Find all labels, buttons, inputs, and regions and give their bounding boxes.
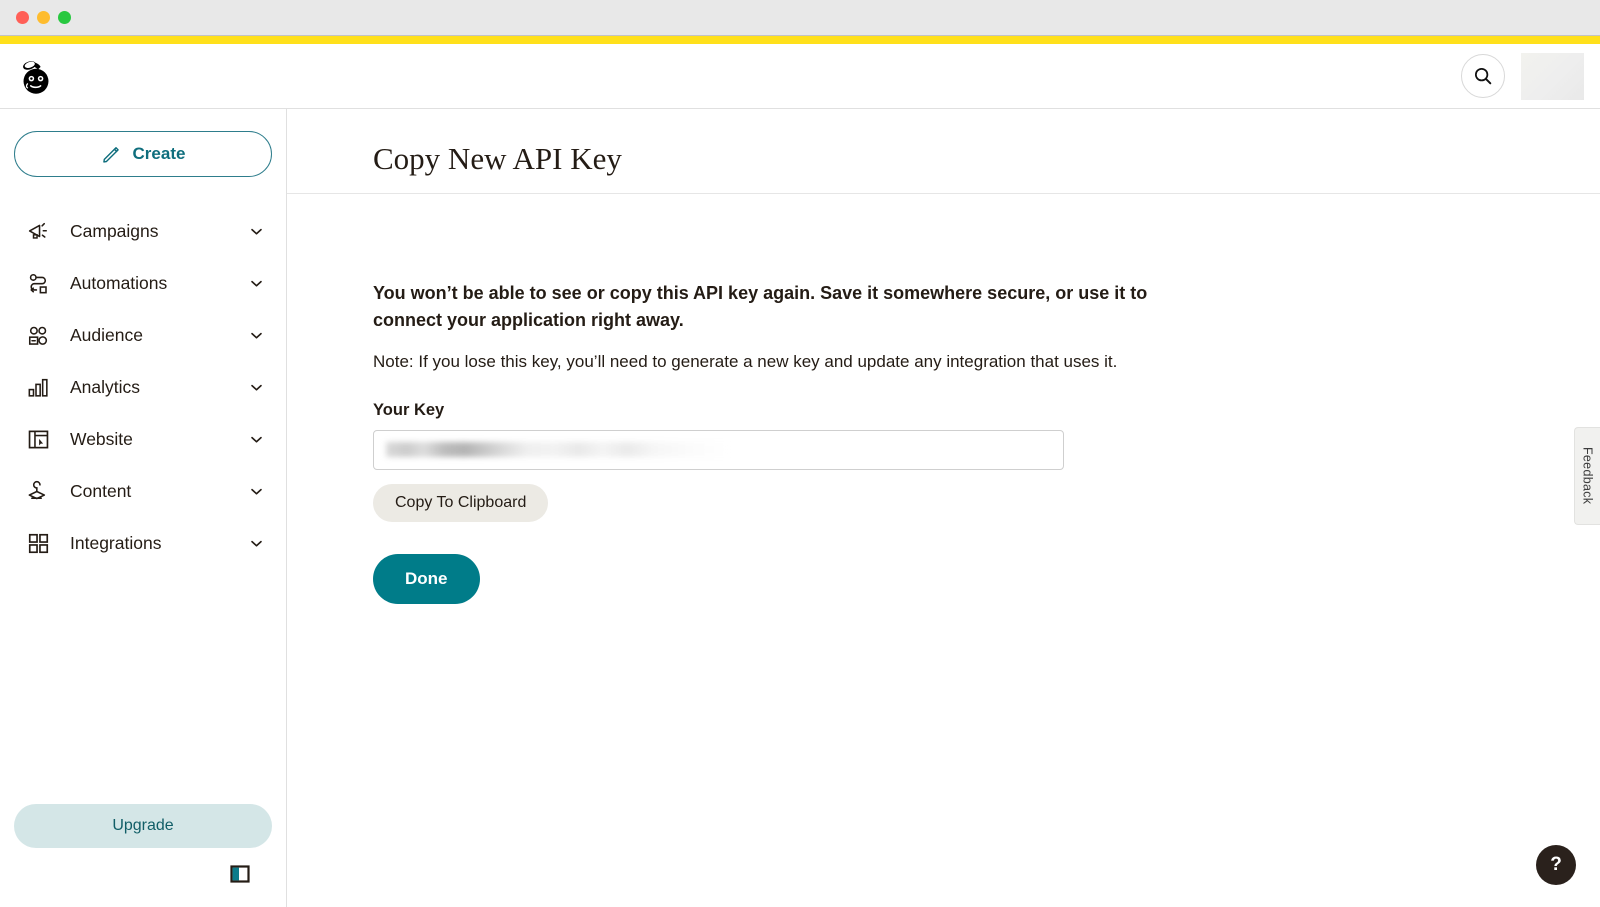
chevron-down-icon[interactable] — [248, 432, 264, 447]
collapse-sidebar-row — [14, 848, 272, 889]
sidebar-item-analytics[interactable]: Analytics — [0, 361, 286, 413]
chevron-down-icon[interactable] — [248, 484, 264, 499]
sidebar-nav: Campaigns Automations Audience Analytics… — [0, 205, 286, 569]
browser-window-icon — [24, 427, 52, 452]
close-window-button[interactable] — [16, 11, 29, 24]
mailchimp-logo[interactable] — [14, 54, 58, 98]
bar-chart-icon — [24, 375, 52, 400]
chevron-down-icon[interactable] — [248, 536, 264, 551]
app-header — [0, 44, 1600, 109]
sidebar: Create Campaigns Automations Audience An… — [0, 109, 287, 907]
app-body: Create Campaigns Automations Audience An… — [0, 109, 1600, 907]
sidebar-item-automations[interactable]: Automations — [0, 257, 286, 309]
chevron-down-icon[interactable] — [248, 224, 264, 239]
sidebar-item-label: Website — [70, 428, 133, 449]
minimize-window-button[interactable] — [37, 11, 50, 24]
sidebar-item-audience[interactable]: Audience — [0, 309, 286, 361]
sidebar-item-content[interactable]: Content — [0, 465, 286, 517]
content-stack-icon — [24, 479, 52, 504]
sidebar-item-label: Automations — [70, 272, 168, 293]
megaphone-icon — [24, 219, 52, 244]
help-button[interactable]: ? — [1536, 845, 1576, 885]
search-icon — [1474, 67, 1492, 85]
feedback-tab[interactable]: Feedback — [1574, 427, 1600, 525]
traffic-light-controls — [16, 11, 71, 24]
create-button[interactable]: Create — [14, 131, 272, 177]
header-right-group — [1461, 52, 1584, 100]
api-key-input[interactable] — [373, 429, 1064, 470]
page-title: Copy New API Key — [373, 141, 622, 176]
warning-text: You won’t be able to see or copy this AP… — [373, 283, 1148, 330]
sidebar-footer: Upgrade — [0, 804, 286, 907]
feedback-tab-label: Feedback — [1580, 447, 1595, 505]
automation-flow-icon — [24, 271, 52, 296]
search-button[interactable] — [1461, 54, 1505, 98]
sidebar-item-label: Analytics — [70, 376, 141, 397]
chevron-down-icon[interactable] — [248, 276, 264, 291]
sidebar-item-website[interactable]: Website — [0, 413, 286, 465]
api-key-redacted-value — [386, 442, 730, 458]
pencil-icon — [102, 147, 119, 163]
sidebar-item-label: Content — [70, 480, 132, 501]
maximize-window-button[interactable] — [58, 11, 71, 24]
upgrade-button[interactable]: Upgrade — [14, 804, 272, 848]
key-field-label: Your Key — [373, 400, 445, 419]
sidebar-item-campaigns[interactable]: Campaigns — [0, 205, 286, 257]
account-avatar[interactable] — [1521, 52, 1584, 100]
api-key-panel: You won’t be able to see or copy this AP… — [287, 194, 1187, 604]
create-button-label: Create — [132, 144, 186, 163]
chevron-down-icon[interactable] — [248, 328, 264, 343]
note-text: Note: If you lose this key, you’ll need … — [373, 352, 1118, 371]
copy-to-clipboard-button[interactable]: Copy To Clipboard — [373, 483, 549, 522]
sidebar-item-integrations[interactable]: Integrations — [0, 517, 286, 569]
sidebar-item-label: Audience — [70, 324, 143, 345]
page-title-area: Copy New API Key — [287, 109, 1600, 194]
collapse-sidebar-icon[interactable] — [230, 864, 250, 889]
grid-squares-icon — [24, 531, 52, 556]
main-content: Copy New API Key You won’t be able to se… — [287, 109, 1600, 907]
chevron-down-icon[interactable] — [248, 380, 264, 395]
people-icon — [24, 323, 52, 348]
window-titlebar — [0, 0, 1600, 36]
done-button[interactable]: Done — [373, 553, 480, 604]
sidebar-item-label: Campaigns — [70, 220, 159, 241]
brand-accent-bar — [0, 36, 1600, 44]
sidebar-item-label: Integrations — [70, 532, 162, 553]
